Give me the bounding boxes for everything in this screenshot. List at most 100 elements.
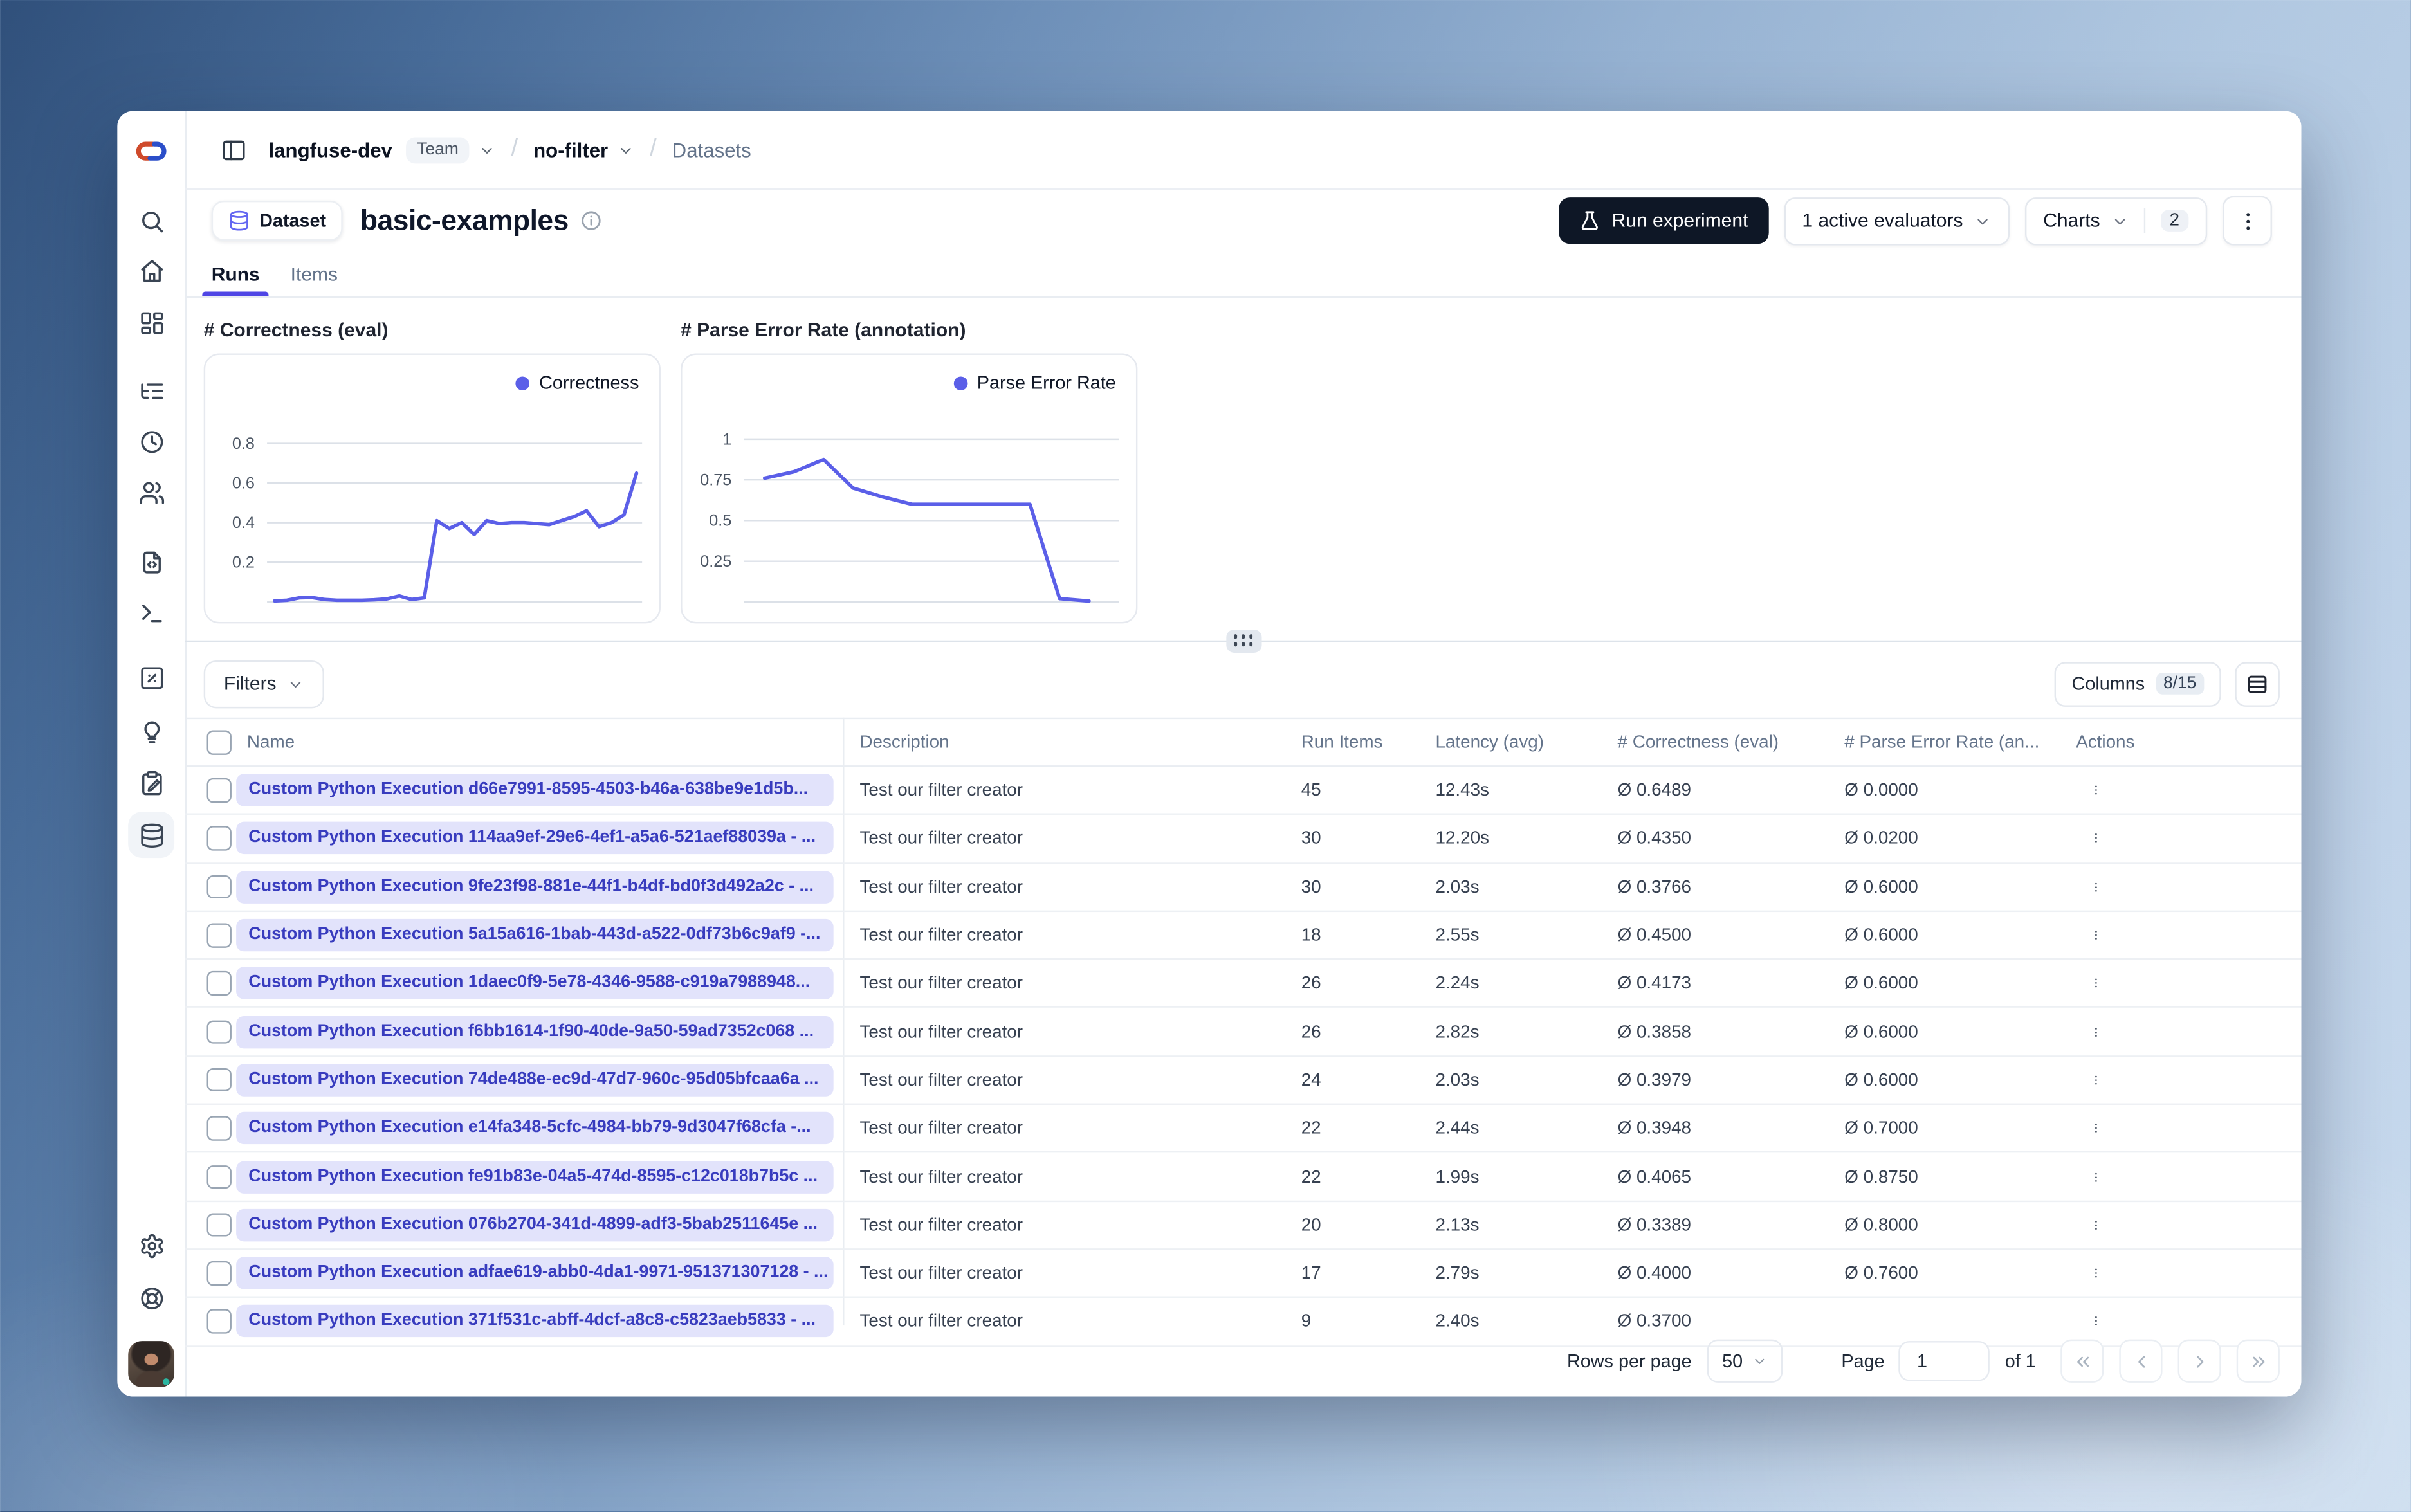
row-checkbox[interactable] xyxy=(206,923,231,947)
column-header-act[interactable]: Actions xyxy=(2076,733,2134,752)
run-name-pill[interactable]: Custom Python Execution fe91b83e-04a5-47… xyxy=(236,1160,834,1193)
column-header-name[interactable]: Name xyxy=(247,733,295,752)
run-parse-error-rate: Ø 0.8750 xyxy=(1844,1166,1918,1187)
sidebar-item-sessions[interactable] xyxy=(128,418,174,464)
first-page-button[interactable] xyxy=(2060,1339,2104,1383)
column-header-lat[interactable]: Latency (avg) xyxy=(1435,733,1544,752)
row-checkbox[interactable] xyxy=(206,778,231,803)
resize-handle[interactable] xyxy=(1225,628,1261,652)
life-buoy-icon xyxy=(140,1286,163,1309)
row-checkbox[interactable] xyxy=(206,875,231,899)
list-tree-icon xyxy=(140,383,163,398)
sidebar-item-users[interactable] xyxy=(128,469,174,515)
page-label: Page xyxy=(1841,1350,1885,1372)
kebab-icon xyxy=(2095,979,2097,988)
row-checkbox[interactable] xyxy=(206,971,231,996)
row-checkbox[interactable] xyxy=(206,1116,231,1141)
sidebar-item-dashboards[interactable] xyxy=(128,299,174,345)
run-correctness: Ø 0.6489 xyxy=(1617,780,1692,801)
run-name-pill[interactable]: Custom Python Execution adfae619-abb0-4d… xyxy=(236,1257,834,1289)
clock-icon xyxy=(140,430,163,453)
column-header-desc[interactable]: Description xyxy=(859,733,949,752)
chart-legend: Parse Error Rate xyxy=(953,372,1116,394)
org-switcher-chevron-icon[interactable] xyxy=(479,141,495,158)
chart-canvas: 0.25 0.5 0.75 1 xyxy=(700,430,1119,603)
select-all-checkbox[interactable] xyxy=(206,730,231,754)
row-actions-button[interactable] xyxy=(2080,1258,2111,1289)
breadcrumb-section[interactable]: Datasets xyxy=(672,138,751,161)
row-checkbox[interactable] xyxy=(206,826,231,851)
row-actions-button[interactable] xyxy=(2080,1210,2111,1241)
sidebar-toggle-button[interactable] xyxy=(212,128,255,171)
rows-per-page-select[interactable]: 50 xyxy=(1707,1339,1783,1383)
run-name-pill[interactable]: Custom Python Execution 74de488e-ec9d-47… xyxy=(236,1064,834,1097)
run-description: Test our filter creator xyxy=(859,925,1023,945)
dataset-badge-label: Dataset xyxy=(259,210,327,232)
run-name-pill[interactable]: Custom Python Execution e14fa348-5cfc-49… xyxy=(236,1112,834,1145)
run-name-pill[interactable]: Custom Python Execution d66e7991-8595-45… xyxy=(236,774,834,807)
row-actions-button[interactable] xyxy=(2080,1113,2111,1143)
columns-button[interactable]: Columns 8/15 xyxy=(2055,661,2221,706)
sidebar-item-search[interactable] xyxy=(128,197,174,244)
sidebar-item-home[interactable] xyxy=(128,247,174,293)
breadcrumb-org[interactable]: langfuse-dev xyxy=(268,138,392,161)
run-name-pill[interactable]: Custom Python Execution 1daec0f9-5e78-43… xyxy=(236,967,834,1000)
sidebar-item-evaluation[interactable] xyxy=(128,654,174,700)
project-switcher-chevron-icon[interactable] xyxy=(618,141,634,158)
run-items-count: 24 xyxy=(1301,1070,1321,1090)
row-actions-button[interactable] xyxy=(2080,968,2111,999)
table-row: Custom Python Execution fe91b83e-04a5-47… xyxy=(185,1153,2302,1202)
charts-dropdown[interactable]: Charts 2 xyxy=(2024,196,2208,245)
chevrons-left-icon xyxy=(2076,1356,2088,1367)
run-correctness: Ø 0.4500 xyxy=(1617,925,1692,945)
run-experiment-button[interactable]: Run experiment xyxy=(1559,197,1768,244)
header-more-actions-button[interactable] xyxy=(2223,196,2272,246)
row-checkbox[interactable] xyxy=(206,1019,231,1044)
last-page-button[interactable] xyxy=(2236,1339,2280,1383)
row-checkbox[interactable] xyxy=(206,1261,231,1286)
sidebar-item-insights[interactable] xyxy=(128,708,174,754)
run-latency: 2.03s xyxy=(1435,877,1480,897)
row-actions-button[interactable] xyxy=(2080,871,2111,902)
row-actions-button[interactable] xyxy=(2080,823,2111,854)
row-actions-button[interactable] xyxy=(2080,920,2111,951)
row-height-button[interactable] xyxy=(2235,661,2280,706)
breadcrumb-project[interactable]: no-filter xyxy=(533,138,608,161)
run-name-pill[interactable]: Custom Python Execution 9fe23f98-881e-44… xyxy=(236,870,834,904)
panel-left-icon xyxy=(222,140,244,160)
row-actions-button[interactable] xyxy=(2080,1161,2111,1192)
sidebar-item-prompts[interactable] xyxy=(128,538,174,585)
prev-page-button[interactable] xyxy=(2119,1339,2163,1383)
tab-items[interactable]: Items xyxy=(291,253,338,296)
sidebar-item-annotation[interactable] xyxy=(128,760,174,806)
row-checkbox[interactable] xyxy=(206,1213,231,1237)
row-actions-button[interactable] xyxy=(2080,775,2111,806)
run-description: Test our filter creator xyxy=(859,1070,1023,1090)
database-icon xyxy=(140,823,163,847)
sidebar-item-support[interactable] xyxy=(128,1275,174,1321)
evaluators-dropdown[interactable]: 1 active evaluators xyxy=(1783,196,2010,245)
run-name-pill[interactable]: Custom Python Execution 076b2704-341d-48… xyxy=(236,1208,834,1241)
row-actions-button[interactable] xyxy=(2080,1016,2111,1047)
column-header-items[interactable]: Run Items xyxy=(1301,733,1383,752)
page-input[interactable] xyxy=(1898,1341,1990,1381)
run-name-pill[interactable]: Custom Python Execution 114aa9ef-29e6-4e… xyxy=(236,822,834,855)
row-checkbox[interactable] xyxy=(206,1068,231,1092)
info-icon[interactable] xyxy=(581,210,603,232)
next-page-button[interactable] xyxy=(2177,1339,2221,1383)
row-actions-button[interactable] xyxy=(2080,1064,2111,1095)
sidebar-item-playground[interactable] xyxy=(128,590,174,636)
run-name-pill[interactable]: Custom Python Execution f6bb1614-1f90-40… xyxy=(236,1016,834,1048)
row-checkbox[interactable] xyxy=(206,1164,231,1189)
file-code-icon xyxy=(142,551,160,573)
sidebar-item-settings[interactable] xyxy=(128,1222,174,1268)
user-avatar[interactable] xyxy=(128,1341,175,1388)
chevron-left-icon xyxy=(2137,1355,2145,1367)
sidebar-item-datasets[interactable] xyxy=(128,812,175,859)
run-name-pill[interactable]: Custom Python Execution 5a15a616-1bab-44… xyxy=(236,918,834,952)
filters-button[interactable]: Filters xyxy=(203,659,324,708)
sidebar-item-tracing[interactable] xyxy=(128,367,174,414)
tab-runs[interactable]: Runs xyxy=(202,253,270,296)
column-header-parse[interactable]: # Parse Error Rate (an... xyxy=(1844,733,2039,752)
column-header-corr[interactable]: # Correctness (eval) xyxy=(1618,733,1779,752)
